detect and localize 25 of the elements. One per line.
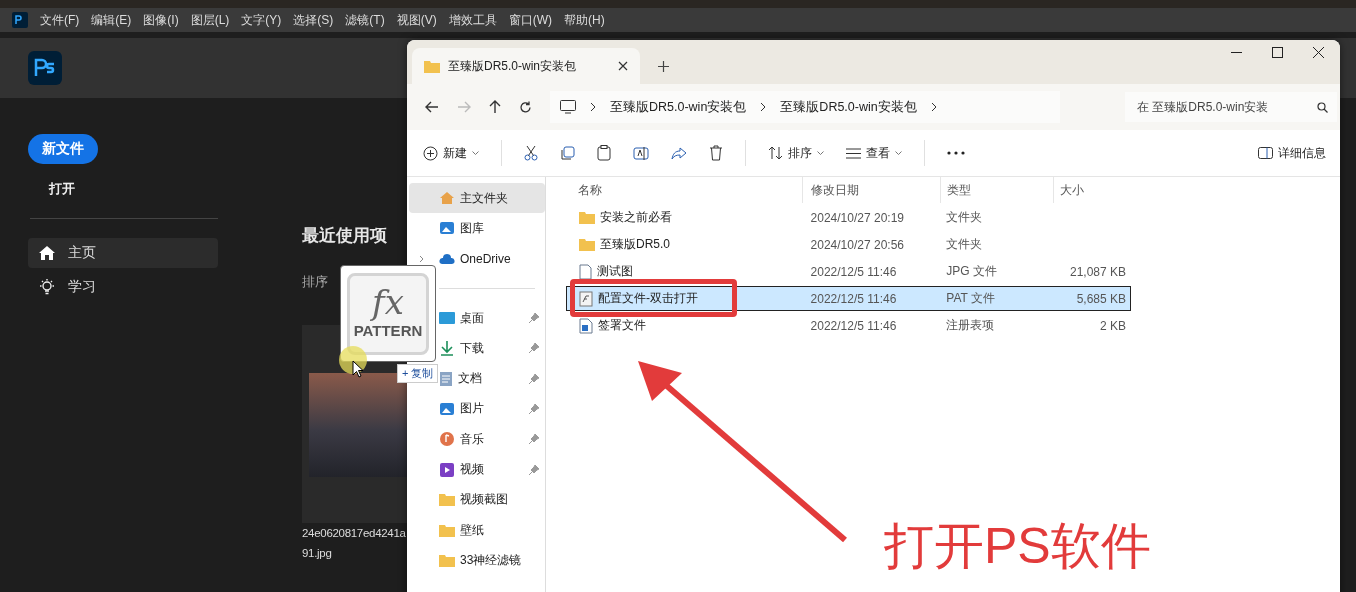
file-size: 5,685 KB: [1076, 291, 1126, 306]
file-name: 签署文件: [598, 317, 646, 334]
file-name: 安装之前必看: [600, 209, 672, 226]
file-type: JPG 文件: [946, 264, 997, 278]
file-size: 2 KB: [1100, 318, 1126, 333]
file-name: 配置文件-双击打开: [598, 290, 698, 307]
file-name: 测试图: [597, 263, 633, 280]
file-name: 至臻版DR5.0: [600, 236, 670, 253]
annotation-text: 打开PS软件: [884, 517, 1151, 576]
file-name: 91.jpg: [302, 546, 332, 561]
file-type: 注册表项: [946, 318, 995, 332]
section-title: 最近使用项: [302, 225, 387, 247]
modified-date: 2024/10/27 20:19: [810, 210, 904, 225]
file-type: PAT 文件: [946, 291, 995, 305]
modified-date: 2022/12/5 11:46: [810, 318, 897, 333]
file-type: 文件夹: [946, 210, 983, 224]
copy-tooltip: + 复制: [397, 364, 439, 383]
thumbnail-label: PATTERN: [353, 321, 423, 339]
file-size: 21,087 KB: [1069, 264, 1126, 279]
file-name: 24e0620817ed4241a: [302, 526, 406, 541]
file-type: 文件夹: [946, 237, 983, 251]
modified-date: 2022/12/5 11:46: [810, 291, 897, 306]
modified-date: 2022/12/5 11:46: [810, 264, 897, 279]
modified-date: 2024/10/27 20:56: [810, 237, 904, 252]
fx-glyph: fx: [372, 281, 404, 322]
